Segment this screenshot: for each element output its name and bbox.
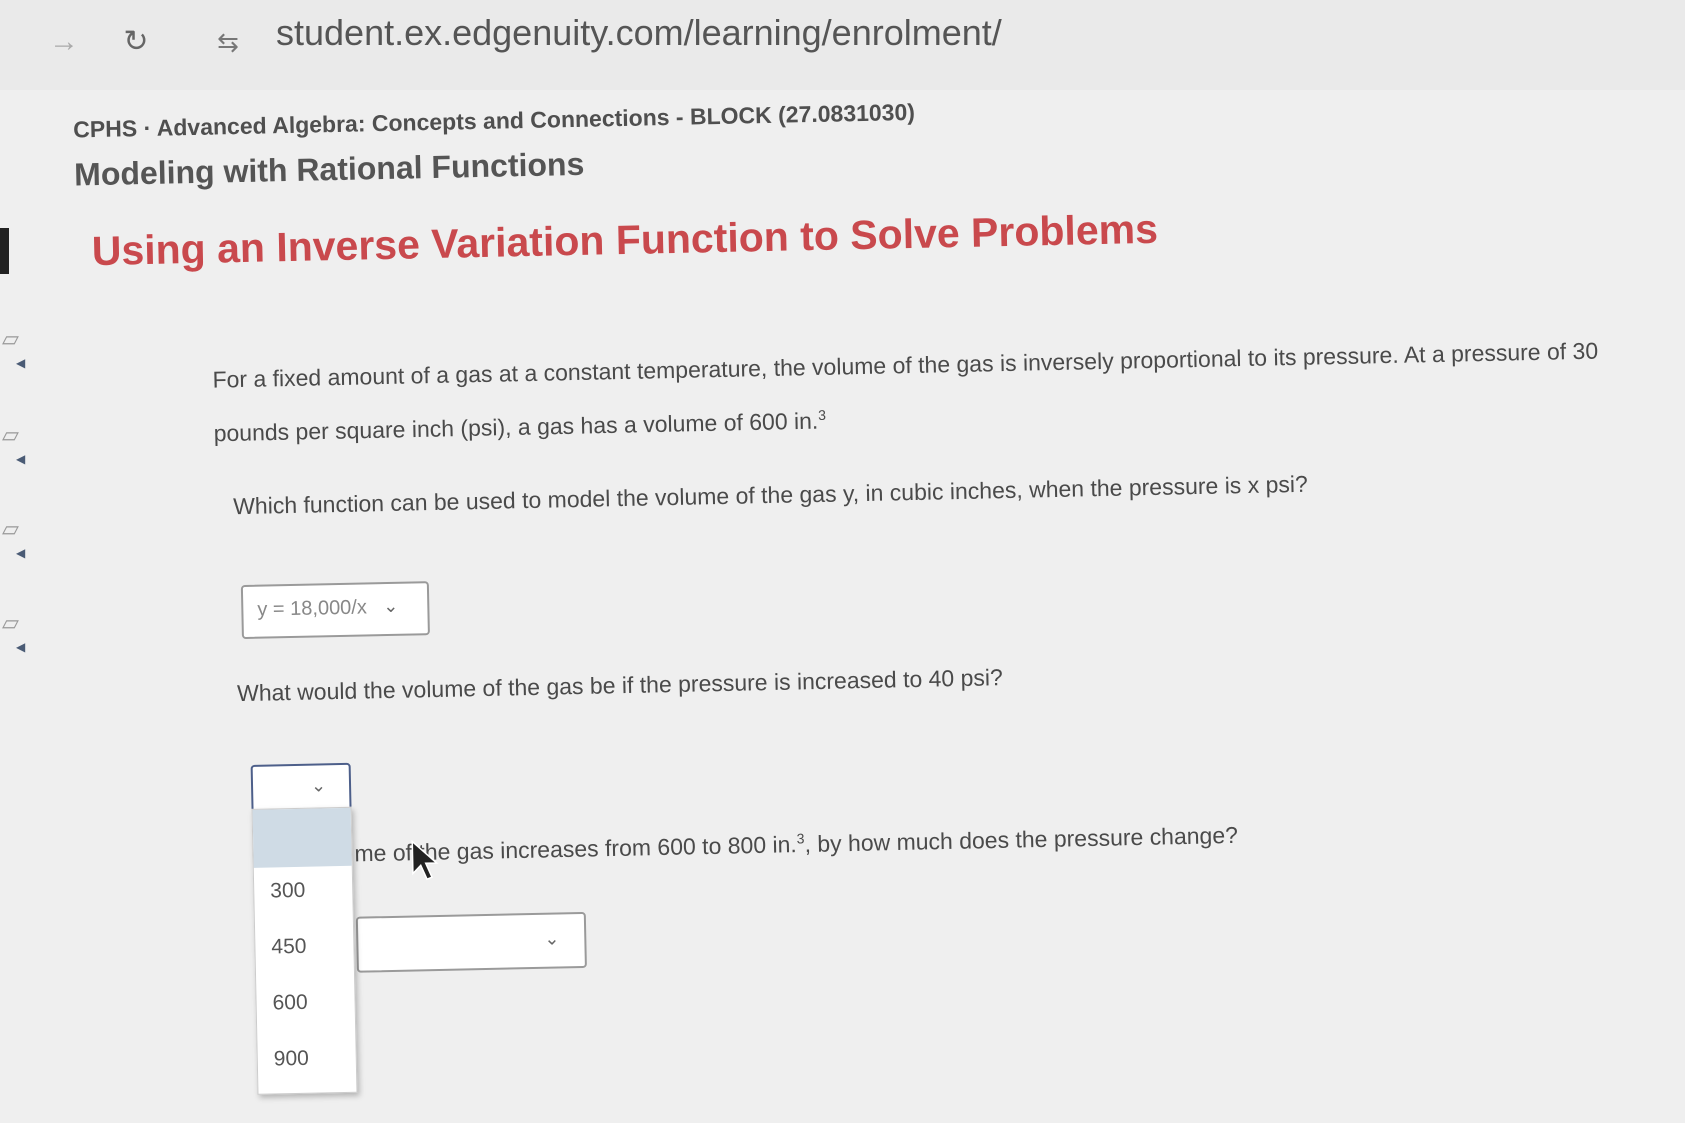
dropdown-option[interactable]: 600 — [272, 991, 308, 1016]
question-3-text-end: , by how much does the pressure change? — [804, 821, 1239, 857]
page-heading: Using an Inverse Variation Function to S… — [91, 205, 1159, 275]
unit-exponent: 3 — [817, 406, 827, 423]
mouse-pointer-icon — [411, 839, 439, 881]
answer-1-select[interactable]: y = 18,000/x ⌄ — [240, 581, 430, 640]
dropdown-highlight-option[interactable] — [252, 807, 352, 868]
dropdown-option[interactable]: 450 — [271, 935, 307, 960]
chevron-down-icon: ⌄ — [383, 595, 399, 617]
question-3: me of the gas increases from 600 to 800 … — [354, 821, 1238, 867]
chevron-down-icon: ⌄ — [544, 928, 560, 949]
site-info-icon[interactable]: ⇆ — [208, 22, 248, 62]
question-2: What would the volume of the gas be if t… — [236, 664, 1004, 707]
problem-prompt: For a fixed amount of a gas at a constan… — [212, 325, 1654, 457]
answer-2-select[interactable]: ⌄ — [250, 762, 352, 813]
course-title: CPHS · Advanced Algebra: Concepts and Co… — [72, 98, 916, 143]
chevron-down-icon: ⌄ — [310, 775, 327, 796]
answer-1-value: y = 18,000/x — [257, 596, 368, 621]
back-arrow-icon[interactable]: → — [44, 22, 84, 62]
prompt-text: For a fixed amount of a gas at a constan… — [212, 337, 1599, 447]
lesson-title: Modeling with Rational Functions — [73, 145, 585, 193]
address-bar[interactable]: student.ex.edgenuity.com/learning/enrolm… — [276, 12, 1002, 54]
reload-icon[interactable]: ↻ — [116, 22, 156, 62]
dropdown-option[interactable]: 900 — [274, 1047, 310, 1072]
dropdown-option[interactable]: 300 — [270, 879, 306, 904]
answer-3-select[interactable]: ⌄ — [355, 911, 587, 973]
answer-2-dropdown-list: 300 450 600 900 — [251, 806, 358, 1095]
question-1: Which function can be used to model the … — [232, 470, 1309, 520]
lesson-content: CPHS · Advanced Algebra: Concepts and Co… — [0, 35, 1685, 1123]
